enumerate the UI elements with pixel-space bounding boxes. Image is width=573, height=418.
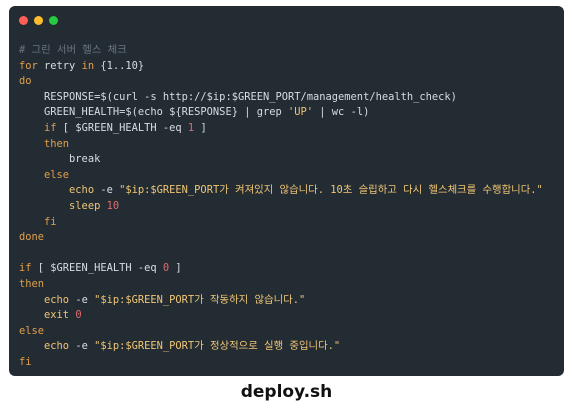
code-token: 'UP' (288, 106, 314, 119)
code-token: RESPONSE=$(curl -s http://$ip:$GREEN_POR… (19, 90, 457, 103)
code-token: for (19, 59, 38, 72)
code-token: [ $GREEN_HEALTH -eq (56, 121, 188, 134)
code-token: done (19, 231, 45, 244)
code-line: fi (19, 355, 556, 371)
code-token: retry (37, 59, 82, 72)
code-line: if [ $GREEN_HEALTH -eq 1 ] (19, 121, 556, 137)
code-line: else (19, 168, 556, 184)
code-line: then (19, 137, 556, 153)
code-token: 10 (100, 199, 120, 212)
code-line: echo -e "$ip:$GREEN_PORT가 정상적으로 실행 중입니다.… (19, 339, 556, 355)
code-token: "$ip:$GREEN_PORT가 작동하지 않습니다." (94, 293, 306, 306)
code-token: {1..10} (94, 59, 145, 72)
close-dot[interactable] (19, 16, 28, 25)
code-line: if [ $GREEN_HEALTH -eq 0 ] (19, 261, 556, 277)
code-token: echo (69, 184, 95, 197)
file-caption: deploy.sh (240, 382, 333, 402)
code-line: sleep 10 (19, 199, 556, 215)
code-token: if (44, 121, 57, 134)
code-token: "$ip:$GREEN_PORT가 정상적으로 실행 중입니다." (94, 340, 341, 353)
code-line: RESPONSE=$(curl -s http://$ip:$GREEN_POR… (19, 90, 556, 106)
code-line: for retry in {1..10} (19, 59, 556, 75)
minimize-dot[interactable] (34, 16, 43, 25)
code-token: ] (194, 121, 207, 134)
maximize-dot[interactable] (49, 16, 58, 25)
code-line: GREEN_HEALTH=$(echo ${RESPONSE} | grep '… (19, 105, 556, 121)
code-line: echo -e "$ip:$GREEN_PORT가 켜져있지 않습니다. 10초… (19, 183, 556, 199)
code-token: if (19, 262, 32, 275)
code-token: in (81, 59, 95, 72)
code-token: -e (69, 340, 95, 353)
code-token: else (19, 324, 45, 337)
code-token: -e (94, 184, 120, 197)
code-token: fi (44, 215, 57, 228)
code-line: do (19, 74, 556, 90)
code-line: # 그린 서버 헬스 체크 (19, 43, 556, 59)
code-token: -e (69, 293, 95, 306)
code-token: echo (44, 293, 70, 306)
code-token: do (19, 75, 32, 88)
code-window: # 그린 서버 헬스 체크 for retry in {1..10} do RESP… (9, 6, 564, 376)
code-line: fi (19, 215, 556, 231)
code-line: else (19, 324, 556, 340)
code-token: GREEN_HEALTH=$(echo ${RESPONSE} | grep (19, 106, 288, 119)
code-token: # 그린 서버 헬스 체크 (19, 44, 127, 56)
code-token: [ $GREEN_HEALTH -eq (31, 262, 163, 275)
window-controls (19, 16, 58, 25)
code-token: "$ip:$GREEN_PORT가 켜져있지 않습니다. 10초 슬립하고 다시… (119, 184, 543, 197)
code-token: ] (169, 262, 182, 275)
code-token: sleep (69, 199, 101, 212)
code-token: break (19, 153, 101, 166)
code-token: fi (19, 355, 32, 368)
code-line: echo -e "$ip:$GREEN_PORT가 작동하지 않습니다." (19, 293, 556, 309)
code-block: # 그린 서버 헬스 체크 for retry in {1..10} do RESP… (19, 43, 556, 370)
code-token: echo (44, 340, 70, 353)
code-token: then (44, 137, 70, 150)
code-token: | wc -l) (313, 106, 370, 119)
code-line: exit 0 (19, 308, 556, 324)
code-line: then (19, 277, 556, 293)
code-token: then (19, 277, 45, 290)
code-token: 0 (69, 309, 82, 322)
code-token: exit (44, 309, 70, 322)
code-line: break (19, 152, 556, 168)
code-token: else (44, 168, 70, 181)
code-line: done (19, 230, 556, 246)
